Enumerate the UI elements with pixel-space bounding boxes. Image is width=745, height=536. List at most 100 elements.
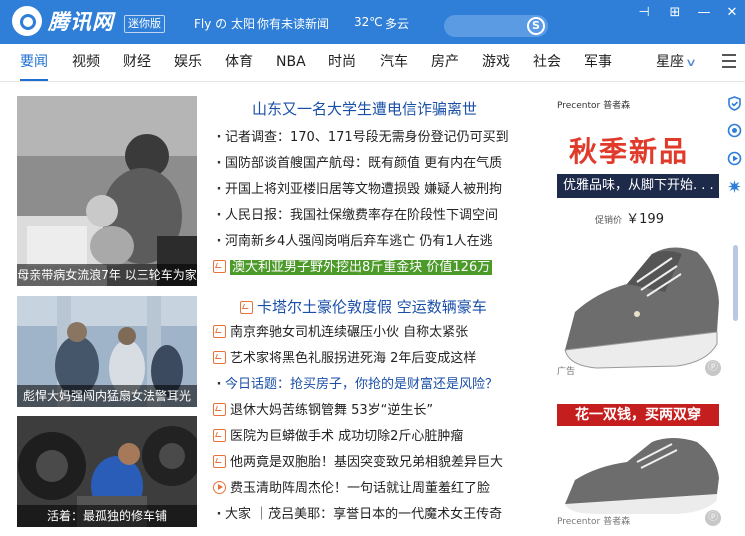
secondary-headline[interactable]: 卡塔尔土豪伦敦度假 空运数辆豪车 <box>240 296 487 320</box>
news-text: 人民日报：我国社保缴费率存在阶段性下调空间 <box>225 208 499 223</box>
news-text: 费玉清助阵周杰伦！一句话就让周董羞红了脸 <box>230 481 491 496</box>
tab-society[interactable]: 社会 <box>533 44 561 81</box>
photo-story-1[interactable]: 母亲带病女流浪7年 以三轮车为家 <box>17 96 197 286</box>
news-text: 南京奔驰女司机连续碾压小伙 自称太紧张 <box>230 325 469 340</box>
news-text: 他两竟是双胞胎！基因突变致兄弟相貌差异巨大 <box>230 455 504 470</box>
more-tab-label: 星座 <box>656 54 684 70</box>
news-item[interactable]: 退休大妈苦练钢管舞 53岁“逆生长” <box>213 400 533 422</box>
unread-news-link[interactable]: 你有未读新闻 <box>257 15 329 32</box>
logo: 腾讯网 <box>12 6 114 36</box>
mini-version-badge[interactable]: 迷你版 <box>124 15 165 33</box>
ad-title: 秋季新品 <box>569 135 690 168</box>
news-item[interactable]: · 开国上将刘亚楼旧居等文物遭损毁 嫌疑人被刑拘 <box>213 179 533 201</box>
news-text: 大家 ｜茂吕美耶：享誉日本的一代魔术女王传奇 <box>225 507 503 522</box>
scrollbar-thumb[interactable] <box>733 245 738 321</box>
tab-finance[interactable]: 财经 <box>123 44 151 81</box>
weather: 多云 <box>385 17 410 31</box>
news-item[interactable]: · 国防部谈首艘国产航母：既有颜值 更有内在气质 <box>213 153 533 175</box>
bullet-icon: · <box>216 208 222 223</box>
photo-news-icon <box>213 325 226 338</box>
news-item-topic[interactable]: · 今日话题：抢买房子，你抢的是财富还是风险？ <box>213 374 533 396</box>
photo-news-icon <box>213 455 226 468</box>
search-input[interactable]: S <box>444 15 548 37</box>
tab-nba[interactable]: NBA <box>276 44 306 81</box>
shoe-image-2 <box>565 438 719 514</box>
tab-video[interactable]: 视频 <box>72 44 100 81</box>
logo-text: 腾讯网 <box>48 10 114 34</box>
shield-icon[interactable] <box>727 96 742 111</box>
settings-icon[interactable] <box>727 179 742 194</box>
news-text: 记者调查：170、171号段无需身份登记仍可买到 <box>225 130 509 145</box>
top-headline[interactable]: 山东又一名大学生遭电信诈骗离世 <box>252 98 477 119</box>
photo-story-3[interactable]: 活着：最孤独的修车铺 <box>17 416 197 527</box>
bullet-icon: · <box>216 182 222 197</box>
cloud-icon[interactable] <box>727 123 742 138</box>
photo-caption: 母亲带病女流浪7年 以三轮车为家 <box>17 264 197 286</box>
user-name[interactable]: Fly の 太阳 <box>194 15 255 32</box>
app-window: { "titlebar": { "logo_text": "腾讯网", "min… <box>0 0 745 536</box>
news-item[interactable]: 艺术家将黑色礼服拐进死海 2年后变成这样 <box>213 348 533 370</box>
photo-news-icon <box>213 351 226 364</box>
chevron-down-icon: ∨ <box>684 56 698 69</box>
news-item[interactable]: 他两竟是双胞胎！基因突变致兄弟相貌差异巨大 <box>213 452 533 474</box>
tab-yaowen[interactable]: 要闻 <box>20 44 48 81</box>
ad-brand-2: Precentor 普者森 <box>555 514 633 527</box>
headline-text: 卡塔尔土豪伦敦度假 空运数辆豪车 <box>257 298 487 316</box>
ad-brand: Precentor 普者森 <box>557 101 631 111</box>
photo-news-icon <box>240 301 253 314</box>
shoe-image <box>564 247 719 369</box>
news-item[interactable]: 费玉清助阵周杰伦！一句话就让周董羞红了脸 <box>213 478 533 500</box>
pin-icon[interactable]: ⓟ <box>705 510 721 526</box>
ad-tagline: 优雅品味，从脚下开始. . . . <box>557 174 722 198</box>
temperature: 32℃ <box>354 15 383 29</box>
more-tabs-dropdown[interactable]: 星座∨ <box>656 44 698 81</box>
menu-icon[interactable] <box>722 54 736 68</box>
news-item[interactable]: · 大家 ｜茂吕美耶：享誉日本的一代魔术女王传奇 <box>213 504 533 526</box>
ad-slogan: 花一双钱，买两双穿 <box>557 404 719 426</box>
price-label: 促销价 <box>595 216 623 226</box>
pin-icon[interactable]: ⓟ <box>705 360 721 376</box>
title-bar: 腾讯网 迷你版 Fly の 太阳 你有未读新闻 32℃ 多云 S ⊣ ⊞ — ✕ <box>0 0 745 44</box>
shoe-advertisement[interactable]: Precentor 普者森 秋季新品 优雅品味，从脚下开始. . . . 促销价… <box>555 92 725 532</box>
news-item[interactable]: · 记者调查：170、171号段无需身份登记仍可买到 <box>213 127 533 149</box>
tab-auto[interactable]: 汽车 <box>380 44 408 81</box>
bullet-icon: · <box>216 234 222 249</box>
tab-games[interactable]: 游戏 <box>482 44 510 81</box>
ad-label: 广告 <box>555 364 578 377</box>
bullet-icon: · <box>216 507 222 522</box>
news-item[interactable]: 南京奔驰女司机连续碾压小伙 自称太紧张 <box>213 322 533 344</box>
photo-image <box>17 96 197 286</box>
news-text: 艺术家将黑色礼服拐进死海 2年后变成这样 <box>230 351 477 366</box>
news-text: 国防部谈首艘国产航母：既有颜值 更有内在气质 <box>225 156 503 171</box>
news-text: 澳大利亚男子野外挖出8斤重金块 价值126万 <box>230 260 493 275</box>
video-icon[interactable] <box>727 151 742 166</box>
video-play-icon <box>213 481 226 494</box>
bullet-icon: · <box>216 130 222 145</box>
tab-military[interactable]: 军事 <box>584 44 612 81</box>
news-item[interactable]: 医院为巨蟒做手术 成功切除2斤心脏肿瘤 <box>213 426 533 448</box>
tab-house[interactable]: 房产 <box>431 44 459 81</box>
news-item[interactable]: · 人民日报：我国社保缴费率存在阶段性下调空间 <box>213 205 533 227</box>
photo-story-2[interactable]: 彪悍大妈强闯内猛扇女法警耳光 <box>17 296 197 407</box>
photo-caption: 活着：最孤独的修车铺 <box>17 505 197 527</box>
news-item[interactable]: · 河南新乡4人强闯岗哨后弃车逃亡 仍有1人在逃 <box>213 231 533 253</box>
category-nav: 要闻 视频 财经 娱乐 体育 NBA 时尚 汽车 房产 游戏 社会 军事 星座∨ <box>0 44 745 82</box>
tab-fashion[interactable]: 时尚 <box>328 44 356 81</box>
tab-entertainment[interactable]: 娱乐 <box>174 44 202 81</box>
tab-sports[interactable]: 体育 <box>225 44 253 81</box>
news-text: 河南新乡4人强闯岗哨后弃车逃亡 仍有1人在逃 <box>225 234 493 249</box>
photo-news-icon <box>213 260 226 273</box>
minimize-icon[interactable]: — <box>694 4 714 22</box>
bullet-icon: · <box>216 377 222 392</box>
news-item-highlighted[interactable]: 澳大利亚男子野外挖出8斤重金块 价值126万 <box>213 257 533 279</box>
news-text: 今日话题：抢买房子，你抢的是财富还是风险？ <box>225 377 499 392</box>
news-text: 开国上将刘亚楼旧居等文物遭损毁 嫌疑人被刑拘 <box>225 182 503 197</box>
search-icon[interactable]: S <box>527 17 545 35</box>
maximize-icon[interactable]: ⊞ <box>665 4 685 22</box>
photo-caption: 彪悍大妈强闯内猛扇女法警耳光 <box>17 385 197 407</box>
bullet-icon: · <box>216 156 222 171</box>
tencent-logo-icon <box>12 6 42 36</box>
pin-icon[interactable]: ⊣ <box>634 4 654 22</box>
photo-news-icon <box>213 429 226 442</box>
close-icon[interactable]: ✕ <box>722 4 742 22</box>
